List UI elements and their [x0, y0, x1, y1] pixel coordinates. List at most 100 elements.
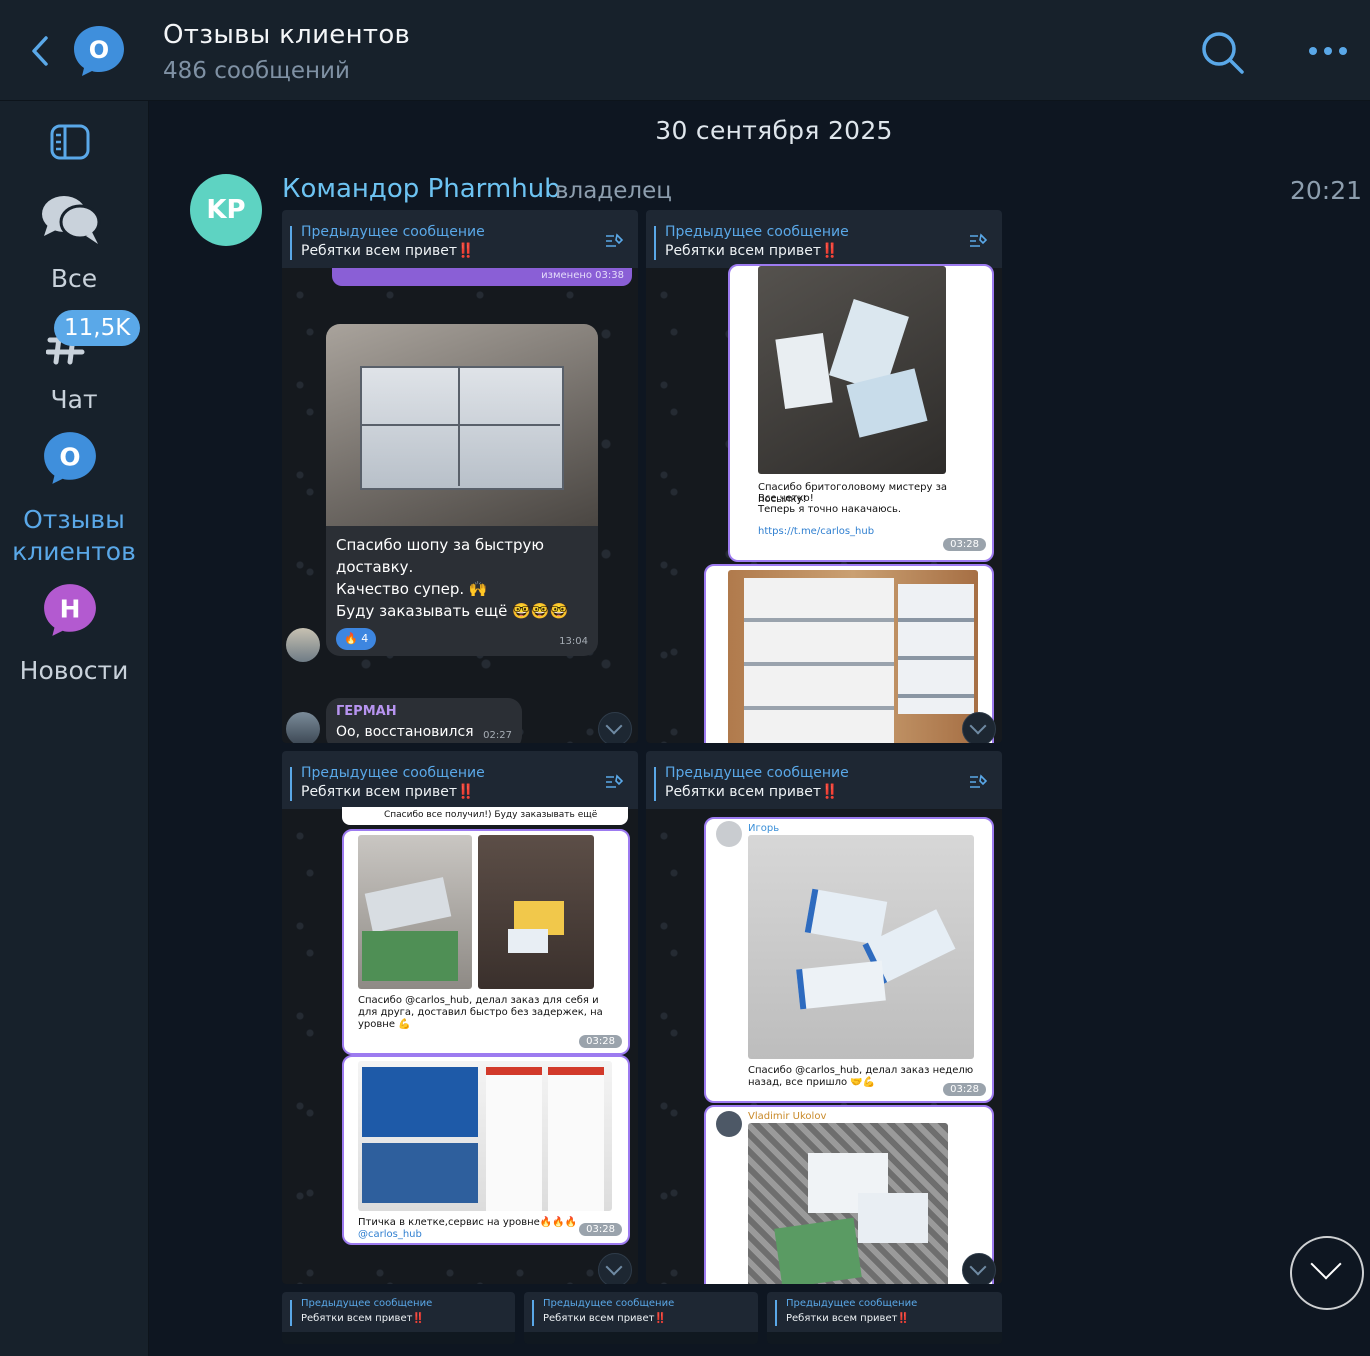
review-bubble [704, 564, 994, 743]
folder-label: Новости [19, 656, 129, 685]
photo-bubble: Спасибо шопу за быструю доставку. Качест… [326, 324, 598, 656]
folder-avatar-letter: О [59, 442, 80, 471]
pinned-title: Предыдущее сообщение [301, 224, 485, 240]
review-link: https://t.me/carlos_hub [758, 526, 875, 537]
review-screenshot-3[interactable]: Предыдущее сообщение Ребятки всем привет… [282, 751, 638, 1284]
chat-title[interactable]: Отзывы клиентов [163, 20, 410, 50]
review-bubble: Спасибо @carlos_hub, делал заказ для себ… [342, 829, 630, 1055]
scroll-down-button [962, 712, 996, 743]
pinned-message-bar: Предыдущее сообщение Ребятки всем привет… [524, 1292, 758, 1332]
pinned-message-bar: Предыдущее сообщение Ребятки всем привет… [646, 210, 1002, 268]
review-caption-line: для друга, доставил быстро без задержек,… [358, 1007, 603, 1018]
pinned-text: Ребятки всем привет‼️ [665, 784, 839, 800]
review-caption-line: Качество супер. 🙌 [336, 580, 488, 598]
product-photo [748, 1123, 948, 1284]
channel-avatar-o-icon: О [44, 432, 96, 484]
review-caption-line: Спасибо шопу за быструю [336, 536, 545, 554]
folder-label: Все [50, 264, 98, 293]
sidebar-toggle-icon[interactable] [50, 124, 90, 160]
pinned-text: Ребятки всем привет‼️ [786, 1313, 910, 1324]
bubble-time: 03:28 [579, 1223, 622, 1236]
review-caption-line: Буду заказывать ещё 🤓🤓🤓 [336, 602, 569, 620]
pinned-title: Предыдущее сообщение [786, 1298, 918, 1309]
product-photo [748, 835, 974, 1059]
user-avatar [286, 712, 320, 743]
pinned-message-bar: Предыдущее сообщение Ребятки всем привет… [646, 751, 1002, 809]
scroll-down-button [598, 1253, 632, 1284]
review-bubble: Спасибо бритоголовому мистеру за посылку… [728, 264, 994, 562]
reply-bubble: ГЕРМАН Оо, восстановился 02:27 [326, 698, 522, 743]
review-caption-line: доставку. [336, 558, 414, 576]
folder-label: Отзывы клиентов [12, 505, 136, 566]
pin-list-icon [606, 233, 624, 247]
review-screenshot-7[interactable]: Предыдущее сообщение Ребятки всем привет… [767, 1292, 1002, 1344]
pin-list-icon [606, 774, 624, 788]
review-screenshot-2[interactable]: Предыдущее сообщение Ребятки всем привет… [646, 210, 1002, 743]
bubble-time: 03:28 [943, 1083, 986, 1096]
bubble-time: 03:28 [579, 1035, 622, 1048]
bubble-time: 13:04 [559, 636, 588, 647]
channel-avatar-letter: О [89, 36, 109, 64]
product-photo [728, 570, 978, 743]
user-avatar [716, 821, 742, 847]
pinned-title: Предыдущее сообщение [301, 765, 485, 781]
scroll-down-button [598, 712, 632, 743]
pinned-text: Ребятки всем привет‼️ [543, 1313, 667, 1324]
chats-icon [42, 196, 101, 244]
pinned-message-bar: Предыдущее сообщение Ребятки всем привет… [767, 1292, 1002, 1332]
search-icon[interactable] [1200, 30, 1246, 76]
pin-list-icon [970, 774, 988, 788]
review-author: Игорь [748, 823, 780, 834]
product-photo [358, 835, 472, 989]
review-screenshot-6[interactable]: Предыдущее сообщение Ребятки всем привет… [524, 1292, 758, 1344]
review-link: @carlos_hub [358, 1229, 422, 1240]
pinned-text: Ребятки всем привет‼️ [301, 1313, 425, 1324]
message-count: 486 сообщений [163, 58, 350, 84]
back-arrow-icon[interactable] [28, 34, 52, 68]
date-separator: 30 сентября 2025 [655, 116, 893, 145]
edited-label: изменено 03:38 [541, 270, 624, 281]
review-screenshot-4[interactable]: Предыдущее сообщение Ребятки всем привет… [646, 751, 1002, 1284]
pinned-message-bar: Предыдущее сообщение Ребятки всем привет… [282, 1292, 515, 1332]
review-bubble: Игорь Спасибо @carlos_hub, делал заказ н… [704, 817, 994, 1103]
sender-avatar[interactable]: KP [190, 174, 262, 246]
review-caption-line: Спасибо @carlos_hub, делал заказ неделю [748, 1065, 974, 1076]
review-screenshot-5[interactable]: Предыдущее сообщение Ребятки всем привет… [282, 1292, 515, 1344]
review-caption-line: назад, все пришло 🤝💪 [748, 1077, 876, 1088]
message-time: 20:21 [1290, 176, 1363, 205]
scroll-to-bottom-button[interactable] [1290, 1236, 1364, 1310]
pinned-message-bar: Предыдущее сообщение Ребятки всем привет… [282, 751, 638, 809]
pinned-message-bar: Предыдущее сообщение Ребятки всем привет… [282, 210, 638, 268]
sender-role: владелец [555, 178, 672, 204]
review-author: Vladimir Ukolov [748, 1111, 827, 1122]
unread-badge: 11,5K [54, 310, 141, 346]
folder-avatar-letter: Н [60, 594, 81, 623]
review-bubble: Птичка в клетке,сервис на уровне🔥🔥🔥 @car… [342, 1055, 630, 1245]
product-photo [326, 324, 598, 526]
sender-name[interactable]: Командор Pharmhub [282, 174, 561, 204]
bubble-time: 03:28 [943, 538, 986, 551]
review-screenshot-1[interactable]: Предыдущее сообщение Ребятки всем привет… [282, 210, 638, 743]
review-caption-line: Теперь я точно накачаюсь. [758, 504, 902, 515]
user-avatar [716, 1111, 742, 1137]
review-caption-line: Птичка в клетке,сервис на уровне🔥🔥🔥 [358, 1217, 578, 1228]
user-avatar [286, 628, 320, 662]
pinned-title: Предыдущее сообщение [665, 765, 849, 781]
reply-text: Оо, восстановился [336, 724, 474, 740]
channel-avatar-h-icon: Н [44, 584, 96, 636]
pinned-title: Предыдущее сообщение [543, 1298, 675, 1309]
reaction-badge: 🔥 4 [336, 628, 377, 650]
scroll-down-button [962, 1253, 996, 1284]
pinned-title: Предыдущее сообщение [301, 1298, 433, 1309]
pinned-text: Ребятки всем привет‼️ [665, 243, 839, 259]
pin-list-icon [970, 233, 988, 247]
product-photo [358, 1061, 612, 1211]
more-options-icon[interactable] [1308, 44, 1348, 58]
pinned-text: Ребятки всем привет‼️ [301, 784, 475, 800]
review-bubble: Vladimir Ukolov [704, 1105, 994, 1284]
reply-time: 02:27 [483, 730, 512, 741]
reply-sender: ГЕРМАН [336, 704, 397, 719]
product-photo [758, 266, 946, 474]
channel-avatar[interactable]: О [72, 24, 126, 78]
folder-label: Чат [50, 385, 98, 414]
